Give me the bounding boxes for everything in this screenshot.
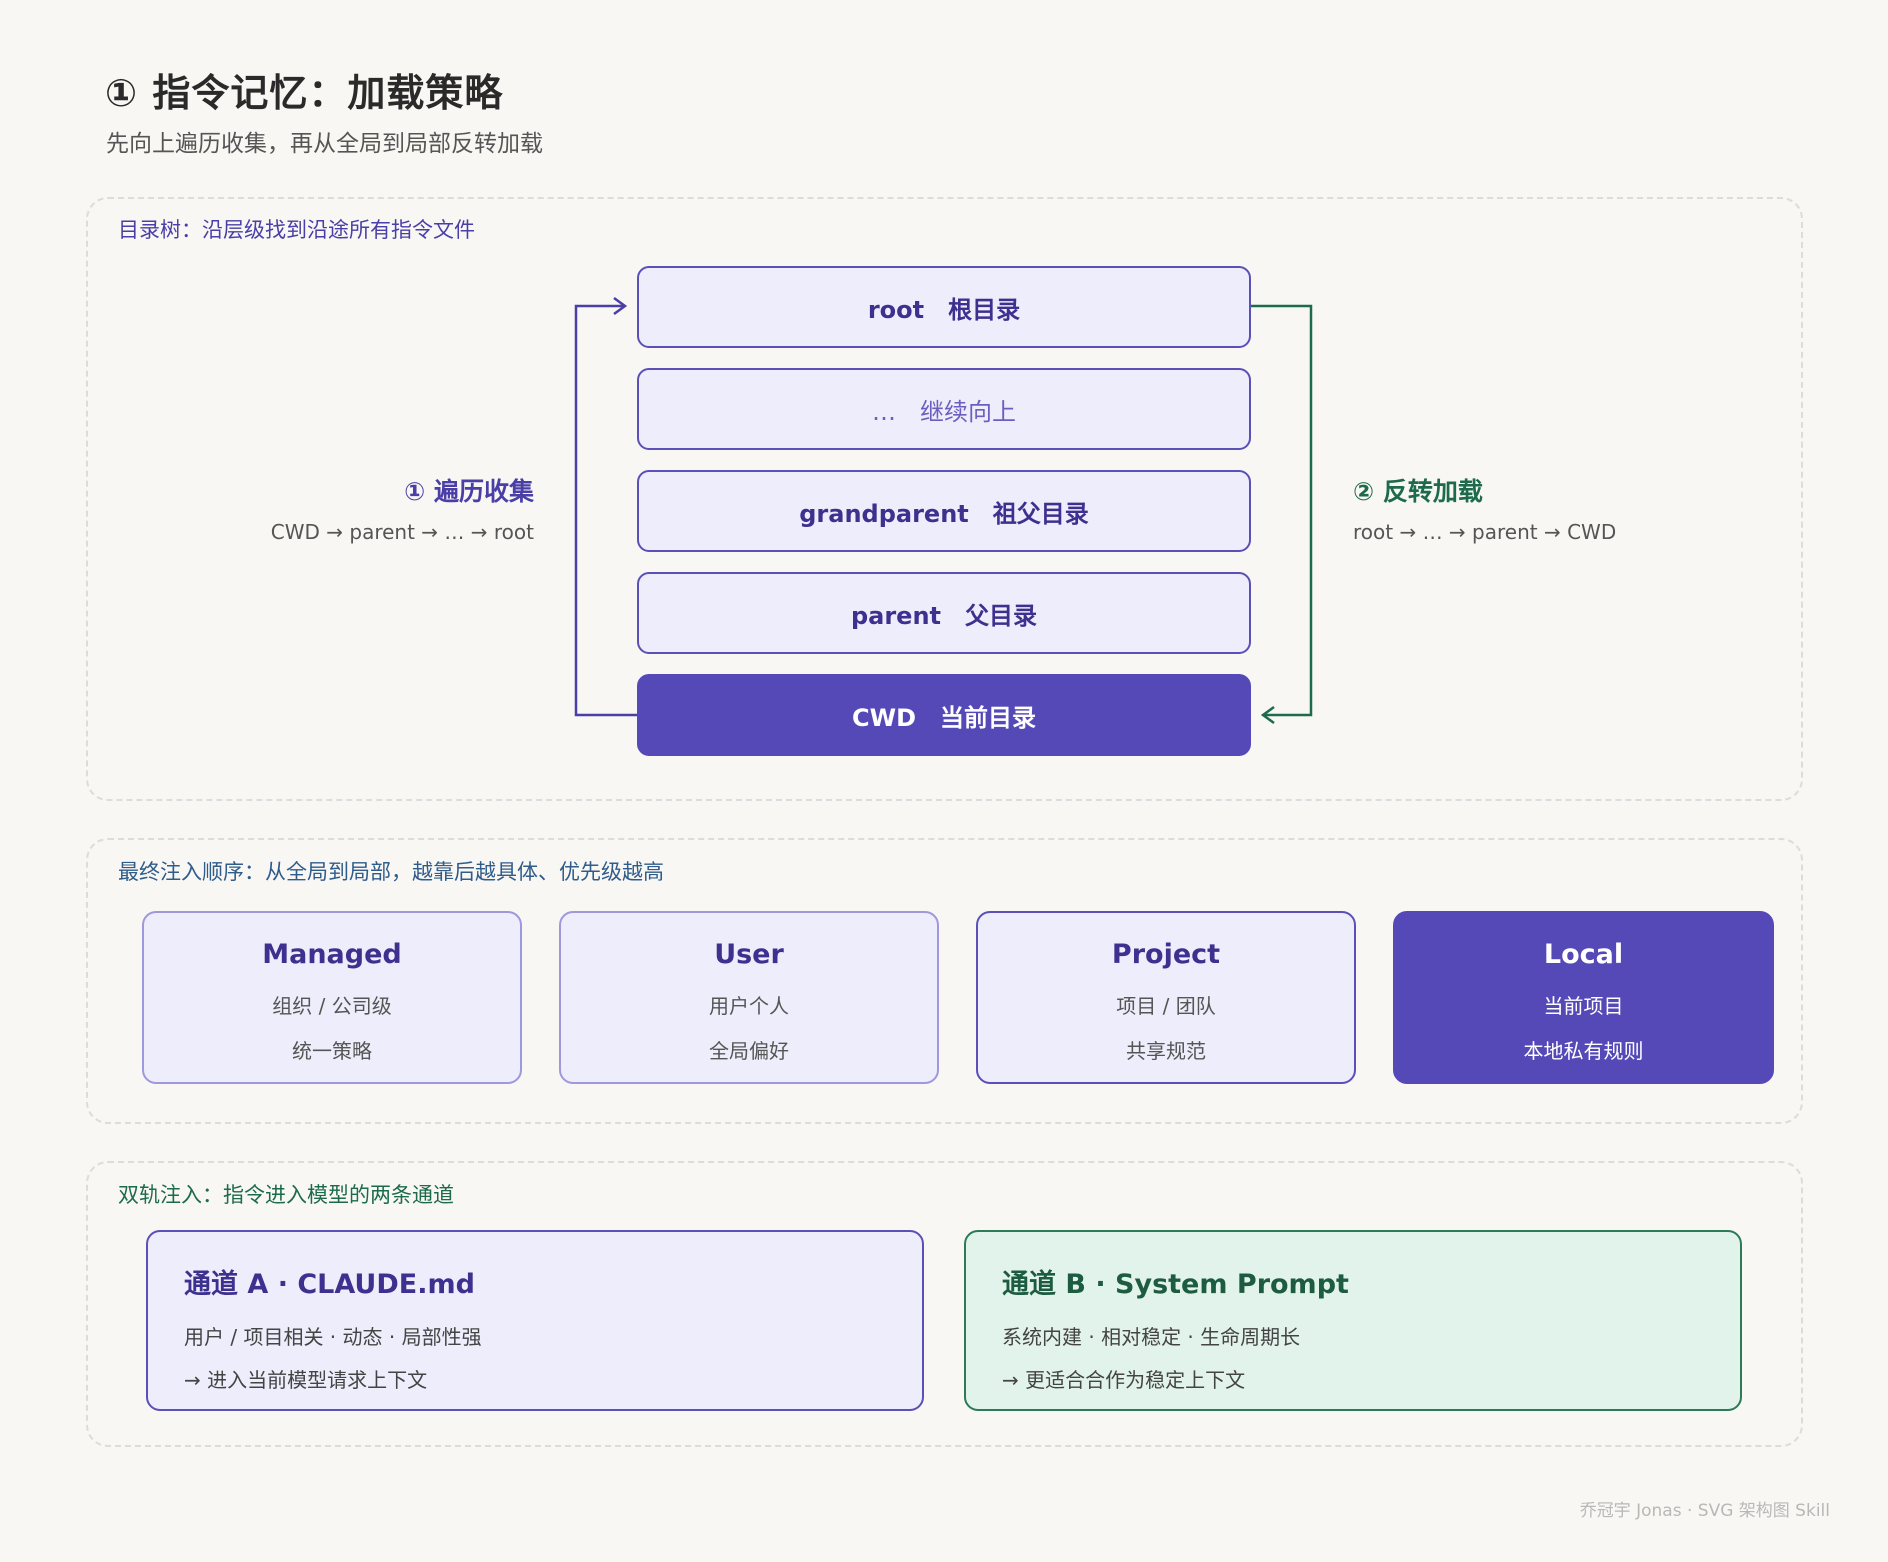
reverse-path: root → … → parent → CWD	[1353, 520, 1617, 544]
card-title: User	[714, 939, 784, 970]
card-managed: Managed 组织 / 公司级 统一策略	[142, 911, 522, 1084]
card-scope: 项目 / 团队	[1116, 994, 1216, 1018]
footer-credit: 乔冠宇 Jonas · SVG 架构图 Skill	[1579, 1501, 1830, 1521]
card-title: Project	[1111, 939, 1221, 970]
card-desc: 统一策略	[292, 1039, 372, 1063]
channel-b-target: → 更适合合作为稳定上下文	[1002, 1368, 1246, 1392]
reverse-load-arrow	[1251, 304, 1313, 725]
card-title: Managed	[262, 939, 402, 970]
order-section-label: 最终注入顺序：从全局到局部，越靠后越具体、优先级越高	[118, 860, 664, 884]
card-desc: 全局偏好	[709, 1039, 789, 1063]
channel-b-traits: 系统内建 · 相对稳定 · 生命周期长	[1002, 1325, 1301, 1349]
card-desc: 本地私有规则	[1523, 1039, 1644, 1063]
collect-title: ① 遍历收集	[404, 477, 534, 506]
channel-a-title: 通道 A · CLAUDE.md	[184, 1269, 475, 1300]
channel-a-target: → 进入当前模型请求上下文	[184, 1368, 428, 1392]
channel-b-card: 通道 B · System Prompt 系统内建 · 相对稳定 · 生命周期长…	[964, 1230, 1742, 1411]
card-local: Local 当前项目 本地私有规则	[1393, 911, 1774, 1084]
channel-a-card: 通道 A · CLAUDE.md 用户 / 项目相关 · 动态 · 局部性强 →…	[146, 1230, 924, 1411]
channel-a-traits: 用户 / 项目相关 · 动态 · 局部性强	[184, 1325, 482, 1349]
reverse-title: ② 反转加载	[1353, 477, 1483, 506]
card-desc: 共享规范	[1126, 1039, 1206, 1063]
channel-b-title: 通道 B · System Prompt	[1002, 1269, 1349, 1300]
card-scope: 当前项目	[1543, 994, 1624, 1018]
card-project: Project 项目 / 团队 共享规范	[976, 911, 1356, 1084]
channel-section-label: 双轨注入：指令进入模型的两条通道	[118, 1183, 454, 1207]
card-scope: 用户个人	[709, 994, 789, 1018]
card-scope: 组织 / 公司级	[272, 994, 392, 1018]
card-user: User 用户个人 全局偏好	[559, 911, 939, 1084]
collect-path: CWD → parent → … → root	[270, 520, 534, 544]
card-title: Local	[1543, 939, 1624, 970]
collect-arrow	[574, 296, 637, 717]
